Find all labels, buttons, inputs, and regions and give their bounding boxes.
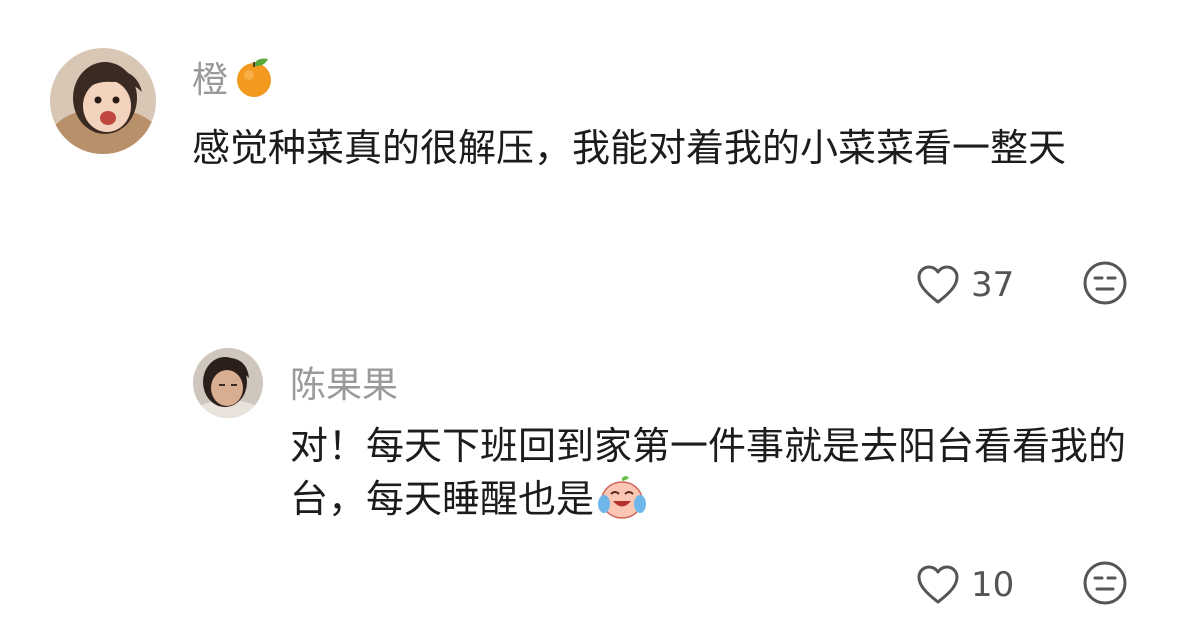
comment-item: 橙 感觉种菜真的很解压，我能对着我的小菜菜看一整天 37	[0, 0, 1179, 330]
comment-username[interactable]: 橙	[192, 55, 276, 101]
comment-text: 感觉种菜真的很解压，我能对着我的小菜菜看一整天	[192, 126, 1067, 170]
reply-like-button[interactable]: 10	[915, 562, 1014, 608]
heart-outline-icon	[915, 262, 961, 308]
reply-like-count: 10	[971, 565, 1015, 605]
comment-actions: 37	[915, 260, 1135, 310]
like-count: 37	[971, 265, 1015, 305]
avatar[interactable]	[50, 48, 156, 154]
reply-text: 对！每天下班回到家第一件事就是去阳台看看我的台，每天睡醒也是	[290, 420, 1140, 526]
meh-face-icon	[1082, 260, 1128, 306]
reply-item: 陈果果 对！每天下班回到家第一件事就是去阳台看看我的台，每天睡醒也是 10	[0, 330, 1179, 641]
like-button[interactable]: 37	[915, 262, 1014, 308]
react-button[interactable]	[1082, 260, 1128, 310]
meh-face-icon	[1082, 560, 1128, 606]
reply-react-button[interactable]	[1082, 560, 1128, 610]
username-text: 橙	[192, 60, 229, 101]
reply-avatar[interactable]	[193, 348, 263, 418]
laughing-crying-face-icon	[596, 474, 648, 520]
reply-username[interactable]: 陈果果	[290, 360, 398, 406]
tangerine-icon	[232, 55, 276, 99]
heart-outline-icon	[915, 562, 961, 608]
reply-text-content: 对！每天下班回到家第一件事就是去阳台看看我的台，每天睡醒也是	[290, 424, 1127, 522]
reply-actions: 10	[915, 560, 1135, 610]
